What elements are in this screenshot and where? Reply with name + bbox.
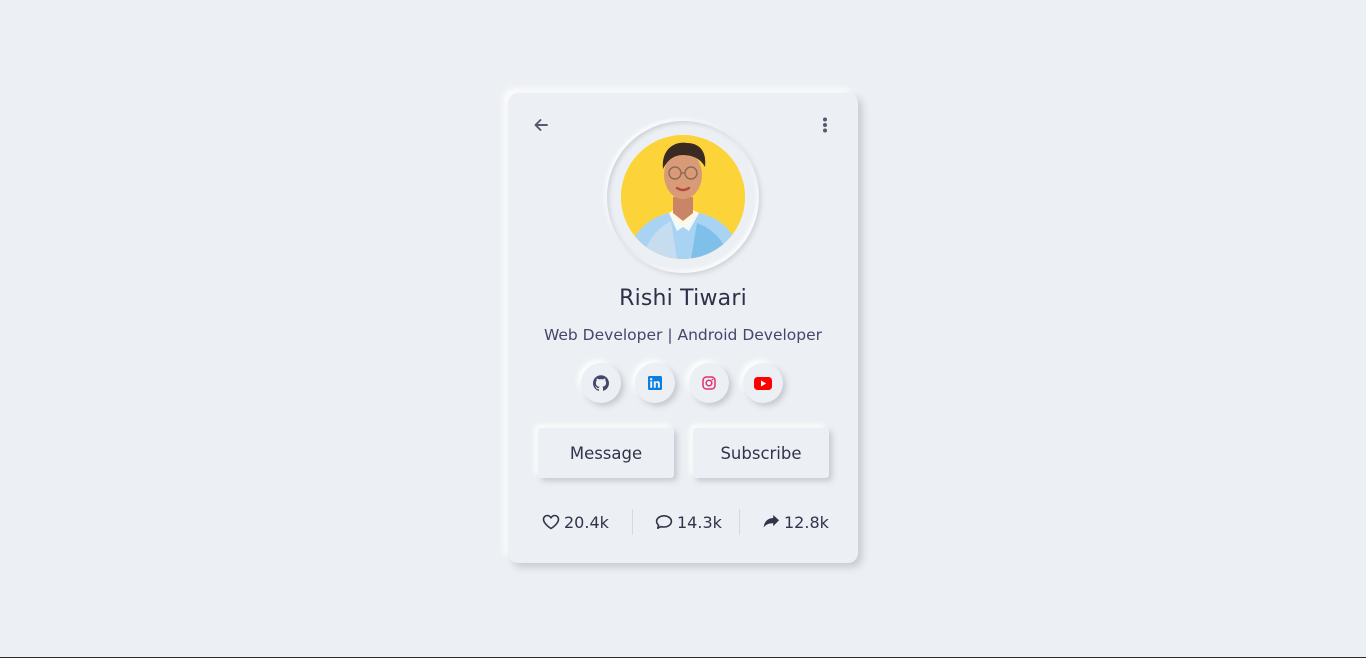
back-button[interactable]: [526, 110, 556, 140]
profile-card: Rishi Tiwari Web Developer | Android Dev…: [508, 93, 858, 563]
vertical-dots-icon: [823, 117, 827, 133]
message-button[interactable]: Message: [538, 428, 674, 478]
likes-stat[interactable]: 20.4k: [542, 509, 609, 535]
profile-role: Web Developer | Android Developer: [543, 326, 823, 344]
comment-icon: [655, 515, 673, 529]
avatar-frame: [607, 121, 759, 273]
more-options-button[interactable]: [810, 110, 840, 140]
instagram-icon: [702, 376, 716, 390]
shares-stat[interactable]: 12.8k: [762, 509, 829, 535]
youtube-button[interactable]: [743, 363, 783, 403]
profile-photo: [621, 135, 745, 259]
divider: [739, 509, 740, 535]
github-icon: [593, 375, 609, 391]
social-links: [581, 363, 785, 403]
arrow-left-icon: [534, 119, 548, 131]
divider: [632, 509, 633, 535]
linkedin-button[interactable]: [635, 363, 675, 403]
likes-count: 20.4k: [564, 512, 609, 532]
comments-stat[interactable]: 14.3k: [655, 509, 722, 535]
heart-icon: [542, 514, 560, 530]
youtube-icon: [754, 376, 772, 390]
profile-name: Rishi Tiwari: [619, 286, 747, 311]
avatar: [621, 135, 745, 259]
linkedin-icon: [648, 376, 662, 390]
stats-bar: 20.4k 14.3k 12.8k: [508, 509, 858, 535]
github-button[interactable]: [581, 363, 621, 403]
subscribe-button[interactable]: Subscribe: [693, 428, 829, 478]
instagram-button[interactable]: [689, 363, 729, 403]
share-icon: [763, 515, 779, 528]
shares-count: 12.8k: [784, 512, 829, 532]
comments-count: 14.3k: [677, 512, 722, 532]
